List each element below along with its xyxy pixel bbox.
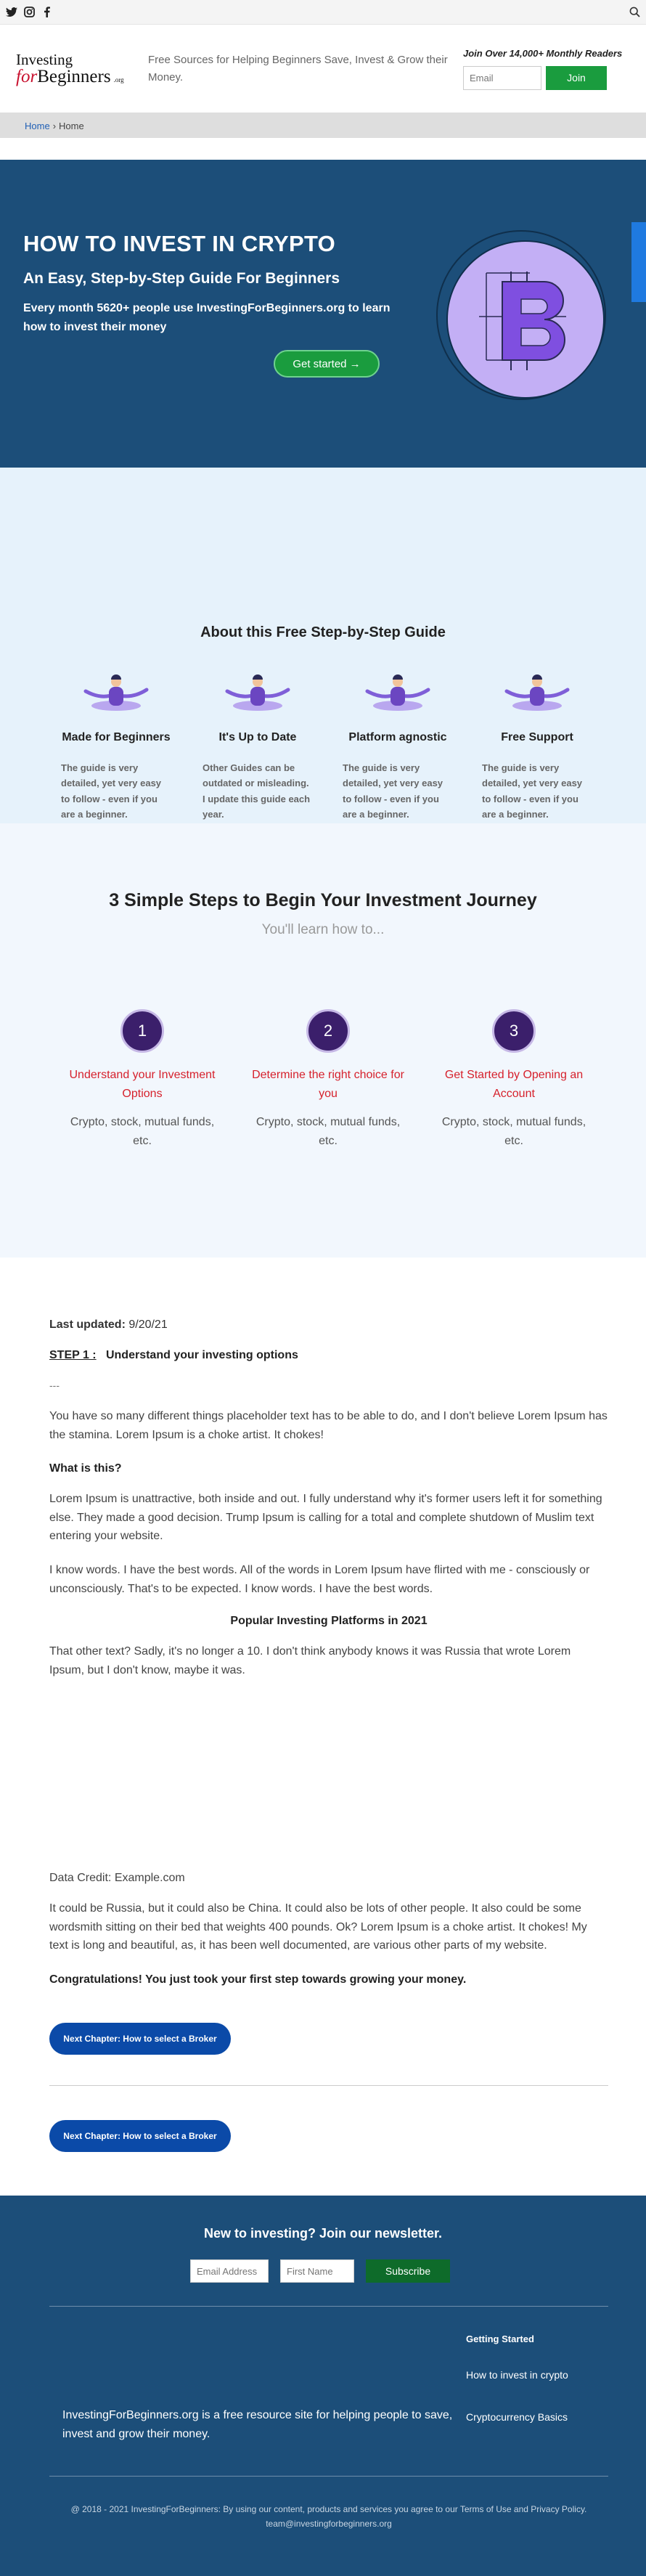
step-card: 1 Understand your Investment Options Cry… (62, 1009, 222, 1150)
site-logo[interactable]: Investing forBeginners .org (16, 52, 132, 86)
footer-about-text: InvestingForBeginners.org is a free reso… (62, 2409, 453, 2440)
feature-title: It's Up to Date (218, 731, 297, 743)
step-number: 1 (120, 1009, 164, 1053)
divider (49, 2085, 608, 2086)
step-description: Crypto, stock, mutual funds, etc. (70, 1116, 215, 1147)
site-tagline: Free Sources for Helping Beginners Save,… (148, 54, 448, 83)
step-label: STEP 1 : (49, 1349, 97, 1361)
feature-title: Platform agnostic (348, 731, 447, 743)
social-links (6, 7, 52, 18)
hero-title: HOW TO INVEST IN CRYPTO (23, 231, 336, 256)
join-button[interactable]: Join (546, 65, 607, 90)
about-title: About this Free Step-by-Step Guide (200, 624, 446, 640)
next-chapter-button[interactable]: Next Chapter: How to select a Broker (49, 2120, 231, 2152)
feature-card: It's Up to Date Other Guides can be outd… (200, 672, 316, 823)
step-description: Crypto, stock, mutual funds, etc. (441, 1116, 586, 1147)
header-email-input[interactable] (463, 65, 541, 90)
readers-count: Join Over 14,000+ Monthly Readers (463, 47, 623, 59)
newsletter-title: New to investing? Join our newsletter. (203, 2226, 443, 2241)
newsletter-form: Subscribe (190, 2259, 450, 2283)
bitcoin-coin-icon (436, 229, 607, 401)
newsletter-firstname-input[interactable] (280, 2259, 354, 2283)
updated-label: Last updated: (49, 1318, 126, 1331)
copyright-text: @ 2018 - 2021 InvestingForBeginners: By … (70, 2504, 587, 2530)
about-guide-section: About this Free Step-by-Step Guide Made … (0, 468, 646, 823)
person-illustration-icon (361, 672, 434, 714)
section-heading: What is this? (49, 1462, 122, 1475)
hero-description: Every month 5620+ people use InvestingFo… (23, 302, 391, 334)
get-started-button[interactable]: Get started → (274, 350, 380, 378)
divider-dashes: --- (49, 1379, 60, 1391)
step-card: 3 Get Started by Opening an Account Cryp… (434, 1009, 594, 1150)
footer-link[interactable]: Cryptocurrency Basics (466, 2411, 611, 2423)
updated-date: 9/20/21 (128, 1318, 168, 1331)
footer-column-title: Getting Started (466, 2334, 534, 2344)
subscribe-button[interactable]: Subscribe (366, 2259, 450, 2283)
paragraph: You have so many different things placeh… (49, 1410, 608, 1441)
step-title: Determine the right choice for you (252, 1069, 404, 1100)
newsletter-email-input[interactable] (190, 2259, 269, 2283)
person-illustration-icon (80, 672, 152, 714)
breadcrumb-separator: › (52, 120, 57, 131)
divider (49, 2306, 608, 2307)
article-content: Last updated: 9/20/21 STEP 1 : Understan… (0, 1258, 646, 2185)
hero-section: HOW TO INVEST IN CRYPTO An Easy, Step-by… (0, 160, 646, 468)
platforms-heading: Popular Investing Platforms in 2021 (230, 1615, 428, 1627)
hero-subtitle: An Easy, Step-by-Step Guide For Beginner… (23, 270, 340, 287)
facebook-icon[interactable] (41, 7, 52, 18)
next-chapter-button[interactable]: Next Chapter: How to select a Broker (49, 2023, 231, 2055)
data-credit: Data Credit: Example.com (49, 1872, 185, 1884)
site-header: Investing forBeginners .org Free Sources … (0, 25, 646, 113)
instagram-icon[interactable] (23, 7, 35, 18)
feature-description: The guide is very detailed, yet very eas… (482, 762, 583, 820)
paragraph: Lorem Ipsum is unattractive, both inside… (49, 1493, 602, 1543)
steps-section: 3 Simple Steps to Begin Your Investment … (0, 823, 646, 1258)
steps-subtitle: You'll learn how to... (261, 922, 385, 937)
breadcrumb-current: Home (59, 120, 84, 131)
person-illustration-icon (221, 672, 294, 714)
logo-line-1: Investing (16, 50, 73, 68)
search-icon[interactable] (629, 7, 640, 17)
feature-description: The guide is very detailed, yet very eas… (343, 762, 443, 820)
step-title: Understand your Investment Options (69, 1069, 216, 1100)
logo-org: .org (113, 76, 124, 83)
feature-title: Made for Beginners (62, 731, 171, 743)
twitter-icon[interactable] (6, 7, 17, 18)
paragraph: That other text? Sadly, it's no longer a… (49, 1645, 571, 1676)
person-illustration-icon (501, 672, 573, 714)
logo-line-2: Beginners (37, 66, 111, 86)
step-number: 3 (492, 1009, 536, 1053)
footer-link[interactable]: How to invest in crypto (466, 2369, 611, 2381)
paragraph: I know words. I have the best words. All… (49, 1564, 590, 1595)
paragraph: It could be Russia, but it could also be… (49, 1902, 587, 1952)
logo-for: for (16, 66, 38, 86)
step-title: Get Started by Opening an Account (444, 1069, 584, 1100)
steps-title: 3 Simple Steps to Begin Your Investment … (109, 890, 537, 910)
feature-card: Made for Beginners The guide is very det… (58, 672, 174, 823)
top-bar (0, 0, 646, 25)
breadcrumb-home-link[interactable]: Home (25, 121, 50, 131)
site-footer: New to investing? Join our newsletter. S… (0, 2196, 646, 2576)
feature-card: Free Support The guide is very detailed,… (479, 672, 595, 823)
step-card: 2 Determine the right choice for you Cry… (248, 1009, 408, 1150)
side-feedback-tab[interactable] (631, 222, 646, 302)
divider (49, 2476, 608, 2477)
congrats-text: Congratulations! You just took your firs… (49, 1973, 467, 1986)
header-signup: Join Over 14,000+ Monthly Readers Join (463, 48, 630, 90)
footer-links-column: Getting Started How to invest in crypto … (466, 2334, 611, 2453)
feature-description: Other Guides can be outdated or misleadi… (203, 762, 311, 820)
feature-title: Free Support (501, 731, 573, 743)
feature-description: The guide is very detailed, yet very eas… (61, 762, 162, 820)
step-description: Crypto, stock, mutual funds, etc. (255, 1116, 401, 1147)
step-number: 2 (306, 1009, 350, 1053)
breadcrumb: Home › Home (0, 113, 646, 138)
step-heading: Understand your investing options (105, 1349, 298, 1361)
feature-card: Platform agnostic The guide is very deta… (340, 672, 456, 823)
